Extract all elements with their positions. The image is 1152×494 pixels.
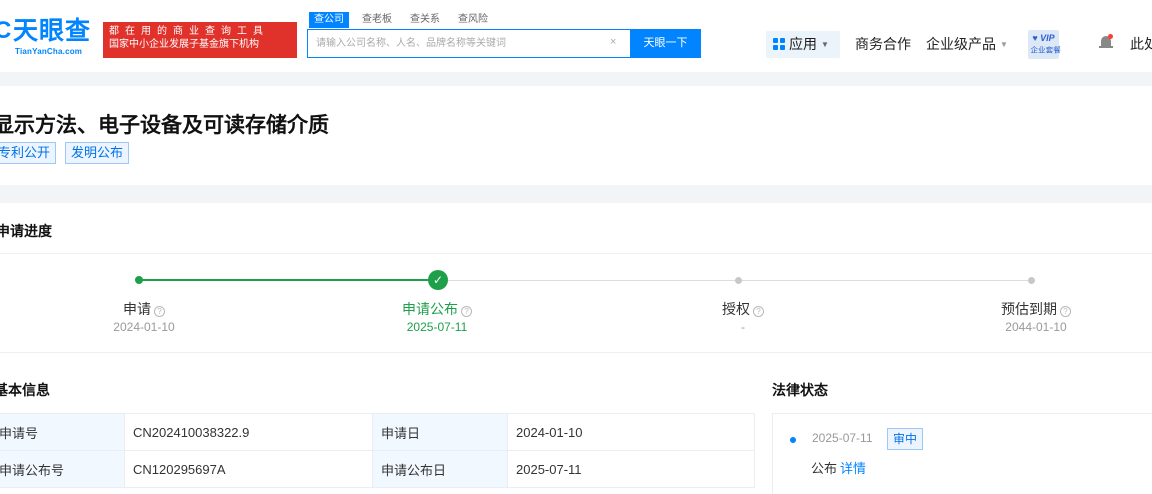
progress-card: 申请进度 ✓ 申请? 2024-01-10 申请公布? 2025-07-11 授… — [0, 203, 1152, 368]
nav-business[interactable]: 商务合作 — [855, 31, 911, 58]
table-row: 申请公布号 CN120295697A 申请公布日 2025-07-11 — [0, 450, 755, 488]
help-icon[interactable]: ? — [154, 306, 165, 317]
slogan-line2: 国家中小企业发展子基金旗下机构 — [109, 39, 259, 50]
step-date-expiry: 2044-01-10 — [1005, 320, 1067, 334]
table-key: 申请公布日 — [372, 450, 508, 488]
vip-sub: 企业套餐 — [1030, 45, 1061, 55]
table-key: 申请公布号 — [0, 450, 125, 488]
nav-enterprise-label: 企业级产品 — [926, 36, 996, 52]
timeline-dot-icon — [790, 437, 796, 443]
table-value: 2025-07-11 — [507, 450, 755, 488]
top-header: C 天眼查 TianYanCha.com 都在用的商业查询工具 国家中小企业发展… — [0, 0, 1152, 72]
logo-mark-icon: C — [0, 17, 12, 44]
apps-grid-icon — [773, 38, 785, 50]
search-tab-company[interactable]: 查公司 — [309, 12, 349, 28]
table-value: CN202410038322.9 — [124, 413, 373, 451]
step-label-publish: 申请公布? — [402, 299, 472, 319]
slogan-banner: 都在用的商业查询工具 国家中小企业发展子基金旗下机构 — [103, 22, 297, 58]
search-tabs: 查公司 查老板 查关系 查风险 — [309, 12, 493, 28]
help-icon[interactable]: ? — [753, 306, 764, 317]
status-badge: 审中 — [887, 428, 924, 450]
table-key: 申请号 — [0, 413, 125, 451]
step-label-apply: 申请? — [123, 299, 165, 319]
progress-track-done — [139, 279, 438, 281]
divider — [0, 352, 1152, 353]
search-button[interactable]: 天眼一下 — [630, 29, 701, 58]
vip-button[interactable]: ♥ VIP 企业套餐 — [1028, 30, 1061, 59]
legal-status-title: 法律状态 — [772, 382, 828, 398]
table-value: 2024-01-10 — [507, 413, 755, 451]
user-name[interactable]: 此处 — [1130, 31, 1152, 58]
divider — [0, 253, 1152, 254]
step-label-expiry: 预估到期? — [1001, 299, 1071, 319]
basic-info-title: 基本信息 — [0, 382, 50, 398]
search-box: × 天眼一下 — [307, 29, 701, 58]
clear-icon[interactable]: × — [610, 36, 616, 48]
step-node-apply — [135, 276, 143, 284]
nav-apps-label: 应用 — [789, 36, 817, 52]
step-label-grant: 授权? — [722, 299, 764, 319]
notification-dot — [1108, 34, 1113, 39]
step-date-apply: 2024-01-10 — [113, 320, 175, 334]
caret-down-icon: ▼ — [821, 40, 829, 49]
slogan-line1: 都在用的商业查询工具 — [109, 26, 269, 37]
patent-title-card: 显示方法、电子设备及可读存储介质 专利公开 发明公布 — [0, 86, 1152, 185]
progress-section-title: 申请进度 — [0, 223, 52, 239]
check-icon: ✓ — [428, 270, 448, 290]
legal-status-date: 2025-07-11 — [812, 431, 873, 445]
diamond-icon: ♥ — [1032, 33, 1038, 43]
legal-status-text: 公布 详情 — [811, 461, 867, 476]
caret-down-icon: ▼ — [1000, 40, 1008, 49]
search-tab-boss[interactable]: 查老板 — [357, 12, 397, 28]
step-node-grant — [735, 277, 742, 284]
logo-subtext: TianYanCha.com — [15, 47, 83, 56]
help-icon[interactable]: ? — [1060, 306, 1071, 317]
step-date-publish: 2025-07-11 — [406, 320, 468, 334]
bell-icon[interactable] — [1099, 34, 1113, 52]
tag-invention-publication: 发明公布 — [65, 142, 130, 164]
table-value: CN120295697A — [124, 450, 373, 488]
search-tab-risk[interactable]: 查风险 — [453, 12, 493, 28]
logo-text: 天眼查 — [13, 17, 92, 45]
help-icon[interactable]: ? — [461, 306, 472, 317]
page-title: 显示方法、电子设备及可读存储介质 — [0, 114, 329, 137]
table-key: 申请日 — [372, 413, 508, 451]
step-date-grant: - — [741, 320, 745, 334]
search-input[interactable] — [316, 30, 606, 57]
nav-apps-menu[interactable]: 应用 ▼ — [766, 31, 840, 58]
details-link[interactable]: 详情 — [840, 461, 866, 476]
tag-patent-public: 专利公开 — [0, 142, 57, 164]
legal-status-box: 2025-07-11 审中 公布 详情 — [772, 413, 1152, 494]
basic-info-table: 申请号 CN202410038322.9 申请日 2024-01-10 申请公布… — [0, 413, 755, 488]
table-row: 申请号 CN202410038322.9 申请日 2024-01-10 — [0, 413, 755, 451]
basic-info-card: 基本信息 申请号 CN202410038322.9 申请日 2024-01-10… — [0, 368, 1152, 494]
logo[interactable]: C 天眼查 TianYanCha.com — [0, 12, 100, 56]
nav-enterprise-products[interactable]: 企业级产品 ▼ — [926, 31, 1008, 58]
step-node-expiry — [1028, 277, 1035, 284]
vip-label: VIP — [1040, 33, 1055, 43]
search-tab-relation[interactable]: 查关系 — [405, 12, 445, 28]
